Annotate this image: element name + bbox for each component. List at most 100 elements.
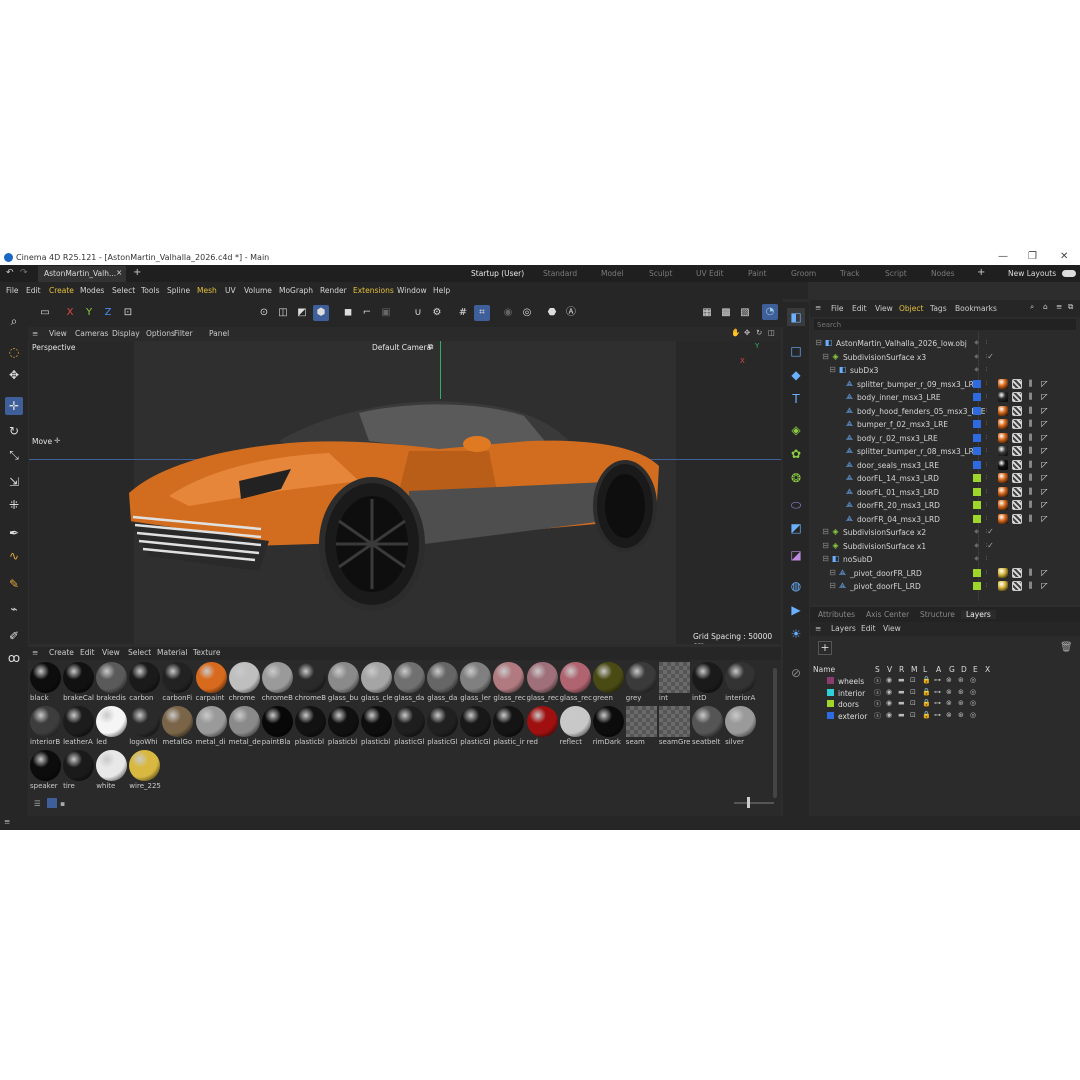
om-home-icon[interactable]: ⌂: [1043, 302, 1048, 311]
layer-menu-layers[interactable]: Layers: [831, 624, 856, 633]
viewport-menu-filter[interactable]: Filter: [174, 329, 193, 338]
phong-tag-icon[interactable]: ⫼: [1026, 514, 1035, 523]
quantize-icon[interactable]: ⌗: [474, 305, 490, 321]
minimize-icon[interactable]: —: [998, 251, 1008, 262]
expand-toggle-icon[interactable]: ⊟: [821, 527, 830, 536]
layer-toggle-icon[interactable]: ⓢ: [874, 711, 881, 721]
object-row[interactable]: ⊟ ◈ SubdivisionSurface x2 ◆ ⁝ ✓: [810, 526, 1080, 539]
phong-tag-icon[interactable]: ⫼: [1026, 419, 1035, 428]
layer-color-swatch[interactable]: [973, 501, 981, 509]
expand-toggle-icon[interactable]: ⊟: [821, 541, 830, 550]
selection-tag-icon[interactable]: ◸: [1040, 460, 1049, 469]
material-tag-icon[interactable]: [998, 500, 1008, 510]
layer-toggle-icon[interactable]: ⊛: [958, 711, 964, 719]
spline-primitive-icon[interactable]: □: [787, 342, 805, 360]
viewport-menu-view[interactable]: View: [49, 329, 67, 338]
viewport-rotate-icon[interactable]: ↻: [756, 328, 762, 337]
om-menu-icon[interactable]: ≡: [815, 303, 821, 312]
layer-toggle-icon[interactable]: ⊶: [934, 688, 941, 696]
cube-icon[interactable]: ◆: [787, 366, 805, 384]
object-search-input[interactable]: [814, 319, 1076, 330]
texture-mode-icon[interactable]: ◼: [340, 305, 356, 321]
close-icon[interactable]: ✕: [1060, 251, 1068, 262]
grid-snap-icon[interactable]: #: [455, 305, 471, 321]
material-menu-icon[interactable]: ≡: [32, 648, 38, 657]
layer-column-x[interactable]: X: [985, 665, 990, 674]
live-selection-icon[interactable]: ✥: [5, 366, 23, 384]
projection-label[interactable]: Perspective: [32, 343, 75, 352]
layer-color-swatch[interactable]: [973, 420, 981, 428]
om-menu-bookmarks[interactable]: Bookmarks: [955, 304, 997, 313]
material-swatch[interactable]: glass_bu: [327, 660, 360, 704]
selection-tag-icon[interactable]: ◸: [1040, 419, 1049, 428]
layer-color-swatch[interactable]: [973, 406, 981, 415]
layer-color-swatch[interactable]: [973, 568, 981, 577]
snap-settings-icon[interactable]: ⚙: [429, 305, 445, 321]
viewport-move-icon[interactable]: ✥: [744, 328, 750, 337]
uvw-tag-icon[interactable]: [1012, 446, 1022, 456]
material-swatch[interactable]: brakedis: [96, 660, 128, 704]
uvw-tag-icon[interactable]: [1012, 473, 1022, 483]
menu-mograph[interactable]: MoGraph: [279, 286, 313, 295]
layout-tab-1[interactable]: Standard: [543, 269, 577, 278]
selection-tag-icon[interactable]: ◸: [1040, 568, 1049, 577]
selection-tag-icon[interactable]: ◸: [1040, 487, 1049, 496]
place-tool-icon[interactable]: ⁜: [5, 496, 23, 514]
object-row[interactable]: ⟁door_seals_msx3_LRE◆⁝⫼◸: [810, 459, 1080, 472]
pen-tool-icon[interactable]: ✒: [5, 524, 23, 542]
expand-toggle-icon[interactable]: [835, 487, 844, 496]
undo-icon[interactable]: ↶: [6, 268, 14, 278]
layer-color-swatch[interactable]: [827, 700, 834, 707]
visibility-dots-icon[interactable]: ⁝: [982, 500, 991, 509]
selection-tag-icon[interactable]: ◸: [1040, 514, 1049, 523]
uvw-tag-icon[interactable]: [1012, 405, 1022, 416]
uvw-tag-icon[interactable]: [1012, 486, 1022, 497]
restore-icon[interactable]: ❐: [1028, 251, 1037, 262]
object-row[interactable]: ⟁body_r_02_msx3_LRE◆⁝⫼◸: [810, 432, 1080, 445]
om-search-icon[interactable]: ⌕: [1030, 302, 1034, 312]
layout-tab-2[interactable]: Model: [601, 269, 624, 278]
selection-tag-icon[interactable]: ◸: [1040, 433, 1049, 442]
material-swatch[interactable]: speaker: [30, 748, 62, 792]
object-name[interactable]: SubdivisionSurface x3: [843, 353, 926, 362]
layer-toggle-icon[interactable]: ◎: [970, 688, 976, 696]
material-swatch[interactable]: chromeB: [294, 660, 327, 704]
material-swatch[interactable]: metal_de: [228, 704, 261, 748]
material-swatch[interactable]: carpaint: [195, 660, 228, 704]
material-swatch[interactable]: brakeCal: [63, 660, 95, 704]
object-name[interactable]: doorFR_04_msx3_LRD: [857, 515, 940, 524]
layer-toggle-icon[interactable]: ⊡: [910, 688, 916, 696]
visibility-dots-icon[interactable]: ⁝: [982, 514, 991, 523]
selection-tag-icon[interactable]: ◸: [1040, 581, 1049, 590]
material-swatch[interactable]: silver: [725, 704, 757, 748]
add-layout-button[interactable]: +: [977, 267, 985, 278]
enabled-check-icon[interactable]: ✓: [986, 527, 995, 536]
z-axis-lock[interactable]: Z: [100, 305, 116, 321]
rotate-tool-icon[interactable]: ↻: [5, 422, 23, 440]
material-tag-icon[interactable]: [998, 459, 1008, 470]
sketch-icon[interactable]: ◪: [787, 546, 805, 564]
workplane-lock-icon[interactable]: ▣: [378, 305, 394, 321]
selection-tag-icon[interactable]: ◸: [1040, 446, 1049, 455]
material-tag-icon[interactable]: [998, 378, 1008, 389]
document-tab[interactable]: AstonMartin_Valh... ×: [38, 266, 126, 282]
layer-row[interactable]: doors ⓢ ◉ ▬ ⊡ 🔒 ⊶ ⊗ ⊛ ◎: [810, 699, 1080, 710]
layer-color-swatch[interactable]: [973, 447, 981, 455]
layer-color-swatch[interactable]: [973, 514, 981, 523]
light-icon[interactable]: ☀: [787, 625, 805, 643]
layer-toggle-icon[interactable]: ◉: [886, 699, 892, 707]
layer-toggle-icon[interactable]: ⓢ: [874, 688, 881, 698]
layer-toggle-icon[interactable]: ⊡: [910, 711, 916, 719]
layer-toggle-icon[interactable]: ⊛: [958, 699, 964, 707]
environment-icon[interactable]: ◍: [787, 577, 805, 595]
material-swatch[interactable]: glass_rec: [559, 660, 592, 704]
layer-toggle-icon[interactable]: ▬: [898, 676, 905, 684]
phong-tag-icon[interactable]: ⫼: [1026, 392, 1035, 401]
material-swatch[interactable]: led: [96, 704, 128, 748]
redo-icon[interactable]: ↷: [20, 268, 28, 278]
phong-tag-icon[interactable]: ⫼: [1026, 568, 1035, 577]
layout-tab-4[interactable]: UV Edit: [696, 269, 724, 278]
add-tab-button[interactable]: +: [133, 267, 141, 278]
object-name[interactable]: door_seals_msx3_LRE: [857, 461, 939, 470]
layer-toggle-icon[interactable]: ◉: [886, 676, 892, 684]
